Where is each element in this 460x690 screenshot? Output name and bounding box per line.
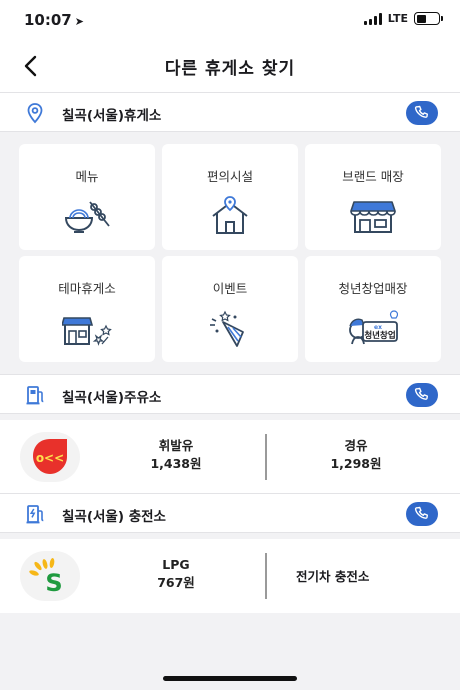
- rest-area-call-button[interactable]: [406, 101, 438, 125]
- phone-icon: [414, 387, 428, 400]
- status-bar: 10:07 ➤ LTE: [0, 0, 460, 40]
- charging-brand-logo-text: S: [45, 569, 62, 596]
- category-label: 메뉴: [75, 169, 99, 184]
- category-theme-rest-area[interactable]: 테마휴게소: [19, 256, 155, 362]
- category-label: 이벤트: [212, 281, 248, 296]
- network-label: LTE: [387, 12, 408, 25]
- lpg-label: LPG: [162, 557, 190, 572]
- phone-icon: [414, 105, 428, 118]
- charging-brand-logo: S: [20, 551, 80, 601]
- gas-brand-logo-mark: o<<: [33, 439, 67, 474]
- gasoline-price: 휘발유 1,438원: [130, 437, 222, 473]
- gas-brand-logo: o<<: [20, 432, 80, 482]
- party-popper-icon: [210, 310, 244, 347]
- youth-badge-small: ex: [374, 324, 382, 331]
- lpg-value: 767원: [157, 575, 195, 590]
- phone-icon: [414, 506, 428, 519]
- charging-station-call-button[interactable]: [406, 502, 438, 526]
- gas-brand-logo-text: o<<: [36, 451, 64, 465]
- home-indicator: [163, 676, 297, 681]
- youth-badge-text: 청년창업: [364, 330, 395, 341]
- gasoline-label: 휘발유: [158, 438, 194, 453]
- diesel-label: 경유: [344, 438, 368, 453]
- category-label: 브랜드 매장: [342, 169, 404, 184]
- charging-station-name: 칠곡(서울) 충전소: [62, 509, 166, 525]
- storefront-icon: [350, 201, 396, 233]
- gas-price-row: o<< 휘발유 1,438원 경유 1,298원: [0, 420, 460, 494]
- status-time: 10:07 ➤: [24, 11, 84, 29]
- lpg-price: LPG 767원: [130, 556, 222, 592]
- charging-station-header: 칠곡(서울) 충전소: [0, 493, 460, 533]
- house-pin-icon: [212, 196, 248, 234]
- diesel-value: 1,298원: [330, 456, 382, 471]
- category-menu[interactable]: 메뉴: [19, 144, 155, 250]
- category-brand-store[interactable]: 브랜드 매장: [305, 144, 441, 250]
- fuel-pump-icon: [26, 386, 44, 405]
- gas-station-header: 칠곡(서울)주유소: [0, 374, 460, 414]
- themed-store-icon: [62, 317, 112, 346]
- location-pin-icon: [27, 103, 43, 124]
- page-title: 다른 휴게소 찾기: [164, 59, 296, 79]
- location-arrow-icon: ➤: [74, 15, 84, 28]
- charging-price-row: S LPG 767원 전기차 충전소: [0, 539, 460, 613]
- nav-bar: 다른 휴게소 찾기: [0, 40, 460, 92]
- price-divider: [265, 434, 267, 480]
- signal-icon: [363, 12, 382, 25]
- rest-area-name: 칠곡(서울)휴게소: [62, 108, 162, 124]
- price-divider: [265, 553, 267, 599]
- ev-charging-link[interactable]: 전기차 충전소: [296, 566, 369, 585]
- youth-startup-icon: ex 청년창업: [349, 310, 398, 345]
- rest-area-header: 칠곡(서울)휴게소: [0, 92, 460, 132]
- diesel-price: 경유 1,298원: [310, 437, 402, 473]
- category-event[interactable]: 이벤트: [162, 256, 298, 362]
- charging-brand-logo-mark: S: [29, 558, 63, 596]
- category-label: 청년창업매장: [338, 281, 408, 296]
- category-youth-startup[interactable]: 청년창업매장 ex 청년창업: [305, 256, 441, 362]
- battery-icon: [414, 12, 443, 25]
- category-label: 편의시설: [206, 169, 253, 184]
- charging-station-icon: [26, 505, 44, 524]
- gasoline-value: 1,438원: [150, 456, 202, 471]
- food-bowl-icon: [64, 201, 110, 233]
- category-label: 테마휴게소: [58, 281, 116, 296]
- gas-station-name: 칠곡(서울)주유소: [62, 390, 162, 406]
- category-grid: 메뉴 편의시설 브랜드 매장 테마휴게소 이벤트 청년창업매장 ex 청년창업: [0, 132, 460, 372]
- category-facilities[interactable]: 편의시설: [162, 144, 298, 250]
- gas-station-call-button[interactable]: [406, 383, 438, 407]
